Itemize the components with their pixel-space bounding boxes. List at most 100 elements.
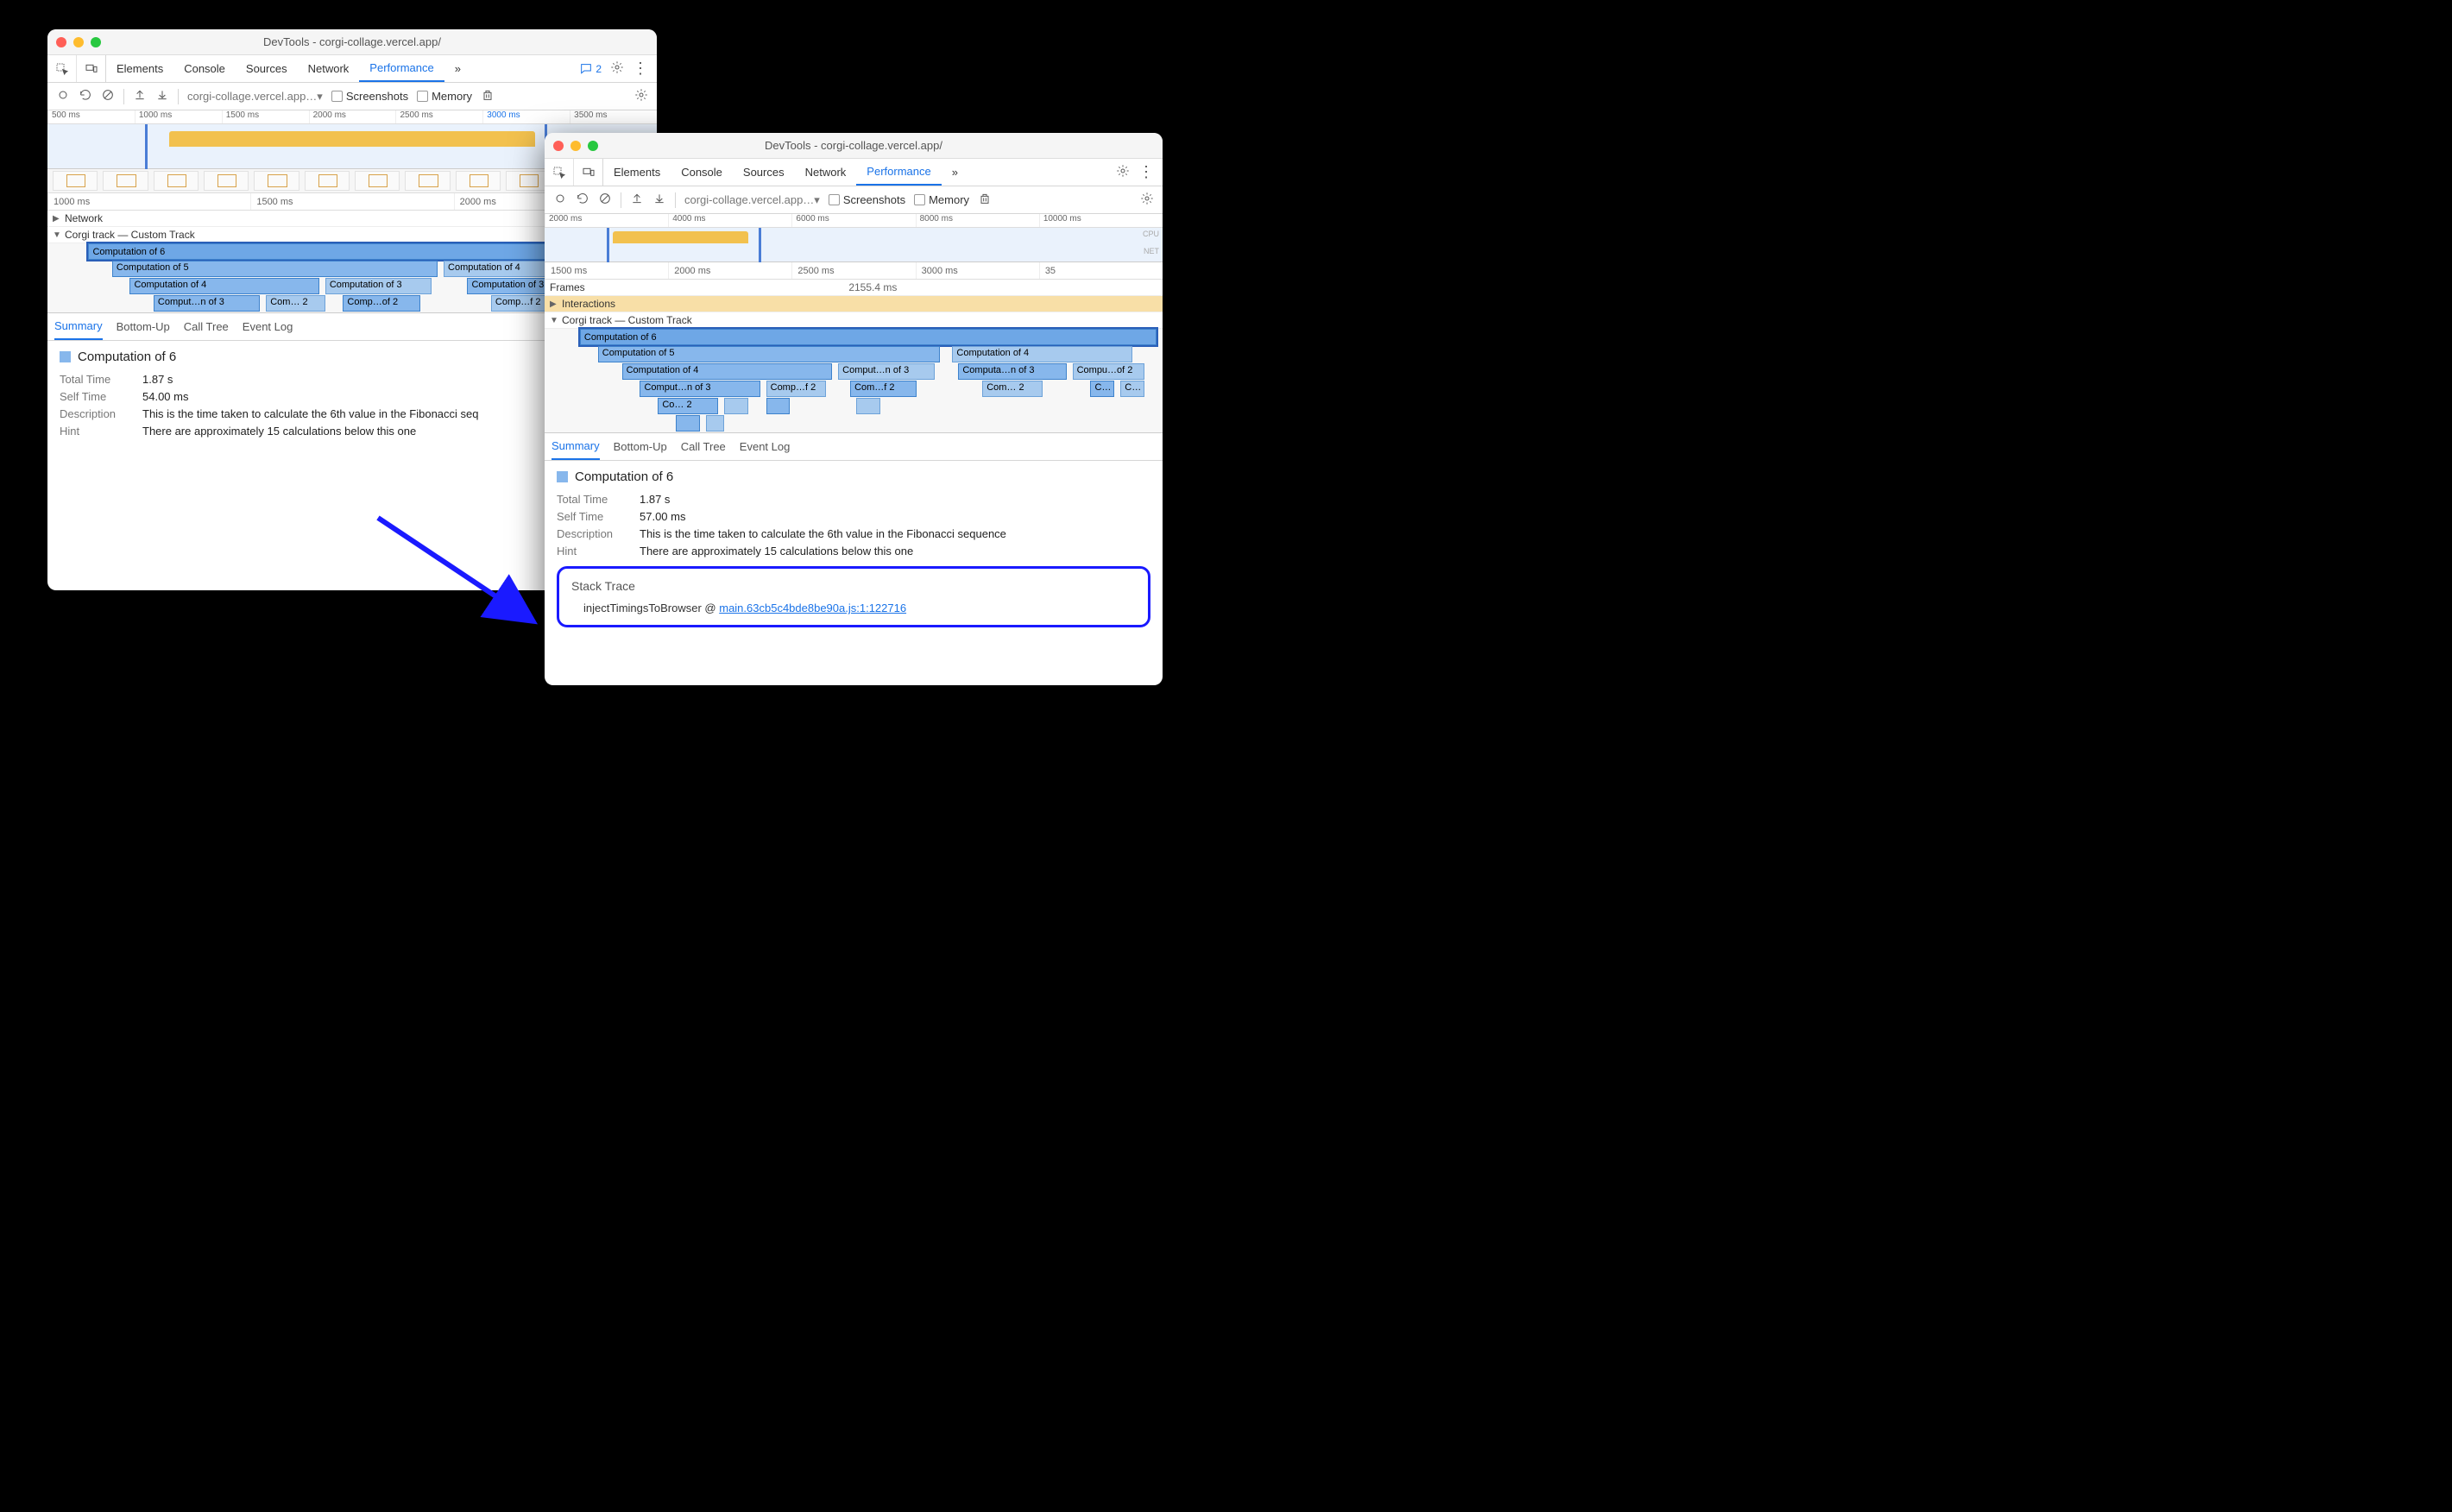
issues-badge[interactable]: 2 [579,62,602,76]
dtab-calltree[interactable]: Call Tree [681,433,726,460]
tab-performance[interactable]: Performance [856,159,941,186]
flame-entry[interactable]: Computation of 3 [325,278,432,294]
flame-ruler: 1500 ms2000 ms2500 ms3000 ms35 [545,262,1163,280]
flame-entry[interactable]: Comp…of 2 [343,295,419,312]
memory-checkbox[interactable] [417,91,428,102]
reload-icon[interactable] [79,88,92,104]
panel-settings-icon[interactable] [1140,192,1154,208]
dtab-eventlog[interactable]: Event Log [243,313,293,340]
inspect-icon[interactable] [47,55,77,82]
tab-elements[interactable]: Elements [603,159,671,186]
overview-selection[interactable] [145,124,547,169]
flame-entry[interactable]: Computation of 4 [952,346,1132,362]
devtools-window-right: DevTools - corgi-collage.vercel.app/ Ele… [545,133,1163,685]
panel-tabbar: Elements Console Sources Network Perform… [47,55,657,83]
timeline-overview[interactable]: 2000 ms4000 ms6000 ms8000 ms10000 ms CPU… [545,214,1163,262]
flame-entry[interactable]: Comp…f 2 [766,381,827,397]
dtab-calltree[interactable]: Call Tree [184,313,229,340]
flame-entry[interactable]: Computation of 4 [622,363,833,380]
flame-entry[interactable]: Comput…n of 3 [154,295,260,312]
flame-entry[interactable]: Comput…n of 3 [640,381,760,397]
flame-entry[interactable]: Com…f 2 [850,381,917,397]
reload-icon[interactable] [576,192,589,208]
tab-console[interactable]: Console [173,55,236,82]
clear-icon[interactable] [598,192,612,208]
dtab-bottomup[interactable]: Bottom-Up [117,313,170,340]
flame-entry[interactable]: Computation of 5 [112,261,438,277]
perf-toolbar: corgi-collage.vercel.app…▾ Screenshots M… [545,186,1163,214]
tab-network[interactable]: Network [298,55,360,82]
inspect-icon[interactable] [545,159,574,186]
flame-entry[interactable]: Co… 2 [658,398,718,414]
stack-trace-heading: Stack Trace [571,579,1136,593]
settings-icon[interactable] [610,60,624,77]
download-icon[interactable] [155,88,169,104]
flame-entry[interactable]: C… [1120,381,1144,397]
flame-entry[interactable] [724,398,748,414]
tab-sources[interactable]: Sources [733,159,795,186]
tab-console[interactable]: Console [671,159,733,186]
panel-settings-icon[interactable] [634,88,648,104]
window-title: DevTools - corgi-collage.vercel.app/ [545,139,1163,152]
panel-tabbar: Elements Console Sources Network Perform… [545,159,1163,186]
flame-entry[interactable]: C… [1090,381,1114,397]
screenshots-checkbox[interactable] [829,194,840,205]
tabs-overflow[interactable]: » [942,159,968,186]
overview-ruler: 2000 ms4000 ms6000 ms8000 ms10000 ms [545,214,1163,228]
flame-entry[interactable]: Computation of 6 [580,329,1157,345]
upload-icon[interactable] [133,88,147,104]
tabs-overflow[interactable]: » [444,55,471,82]
memory-checkbox[interactable] [914,194,925,205]
tab-elements[interactable]: Elements [106,55,173,82]
track-custom[interactable]: ▼Corgi track — Custom Track [545,312,1163,329]
more-icon[interactable]: ⋮ [1138,163,1154,181]
titlebar[interactable]: DevTools - corgi-collage.vercel.app/ [47,29,657,55]
device-icon[interactable] [77,55,106,82]
url-selector[interactable]: corgi-collage.vercel.app…▾ [684,193,820,207]
overview-ruler: 500 ms1000 ms1500 ms2000 ms2500 ms3000 m… [47,110,657,124]
flame-entry[interactable]: Computa…n of 3 [958,363,1066,380]
flame-chart[interactable]: Computation of 6Computation of 5Computat… [545,329,1163,432]
window-title: DevTools - corgi-collage.vercel.app/ [47,35,657,48]
flame-entry[interactable]: Com… 2 [982,381,1043,397]
color-swatch [60,351,71,362]
detail-title: Computation of 6 [575,469,673,484]
stack-trace-box: Stack Trace injectTimingsToBrowser @ mai… [557,566,1150,627]
clear-icon[interactable] [101,88,115,104]
dtab-summary[interactable]: Summary [54,313,103,340]
tab-performance[interactable]: Performance [359,55,444,82]
stack-trace-link[interactable]: main.63cb5c4bde8be90a.js:1:122716 [719,602,906,614]
dtab-eventlog[interactable]: Event Log [740,433,791,460]
flame-entry[interactable]: Com… 2 [266,295,325,312]
gc-icon[interactable] [978,192,992,208]
record-icon[interactable] [56,88,70,104]
tab-sources[interactable]: Sources [236,55,298,82]
flame-entry[interactable] [766,398,791,414]
tracks: Frames2155.4 ms ▶Interactions ▼Corgi tra… [545,280,1163,433]
record-icon[interactable] [553,192,567,208]
track-frames[interactable]: Frames2155.4 ms [545,280,1163,296]
dtab-summary[interactable]: Summary [552,433,600,460]
gc-icon[interactable] [481,88,495,104]
titlebar[interactable]: DevTools - corgi-collage.vercel.app/ [545,133,1163,159]
screenshots-checkbox[interactable] [331,91,343,102]
flame-entry[interactable]: Computation of 5 [598,346,941,362]
download-icon[interactable] [652,192,666,208]
device-icon[interactable] [574,159,603,186]
stack-trace-line: injectTimingsToBrowser @ main.63cb5c4bde… [571,602,1136,614]
settings-icon[interactable] [1116,164,1130,180]
flame-entry[interactable]: Compu…of 2 [1073,363,1145,380]
flame-entry[interactable] [706,415,724,432]
track-interactions[interactable]: ▶Interactions [545,296,1163,312]
more-icon[interactable]: ⋮ [633,60,648,78]
url-selector[interactable]: corgi-collage.vercel.app…▾ [187,90,323,104]
flame-entry[interactable]: Computation of 4 [129,278,319,294]
flame-entry[interactable] [856,398,880,414]
overview-selection[interactable] [607,228,761,262]
flame-entry[interactable]: Comput…n of 3 [838,363,934,380]
tab-network[interactable]: Network [795,159,857,186]
dtab-bottomup[interactable]: Bottom-Up [614,433,667,460]
detail-panel: Computation of 6 Total Time1.87 s Self T… [545,461,1163,685]
upload-icon[interactable] [630,192,644,208]
flame-entry[interactable] [676,415,700,432]
